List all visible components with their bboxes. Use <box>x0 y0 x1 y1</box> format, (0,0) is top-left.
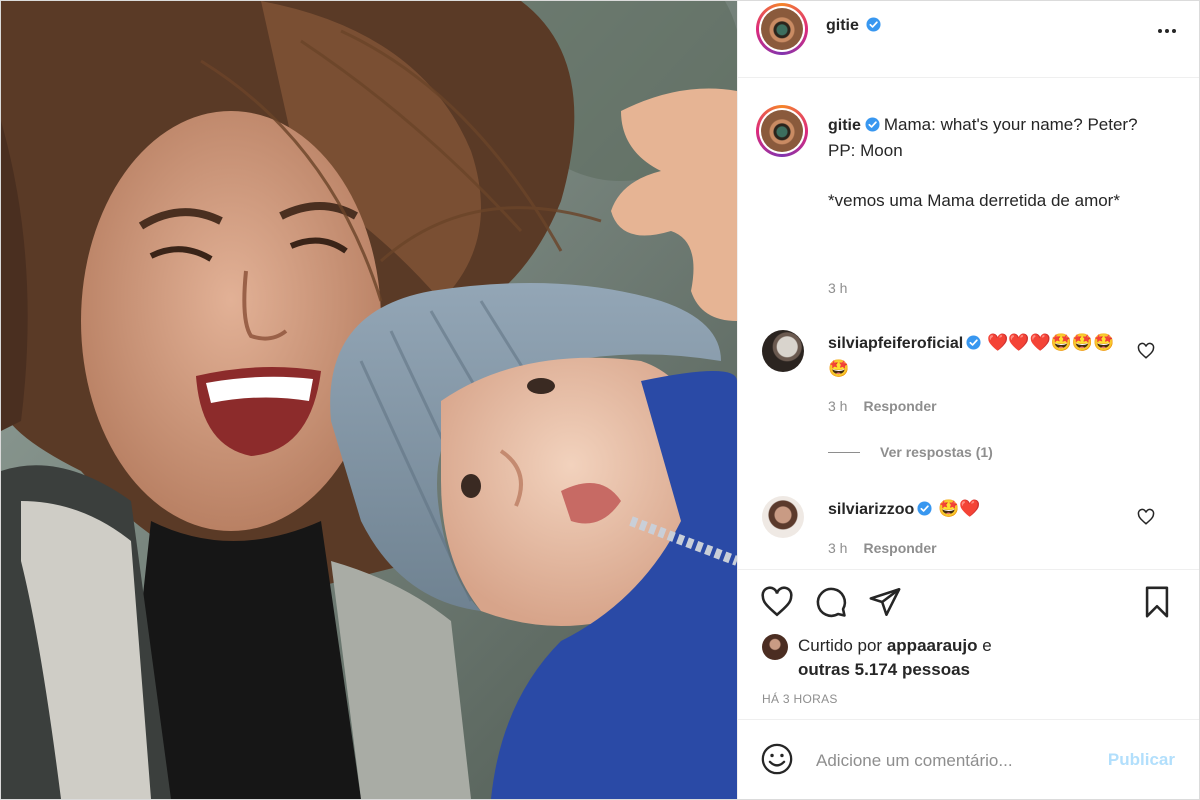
comment-username[interactable]: silviapfeiferoficial <box>828 335 963 352</box>
publish-button[interactable]: Publicar <box>1108 750 1175 770</box>
comments-list[interactable]: gitie Mama: what's your name? Peter? PP: … <box>738 78 1199 568</box>
more-options-icon[interactable] <box>1153 21 1181 41</box>
liked-by: Curtido por appaaraujo e outras 5.174 pe… <box>762 634 992 682</box>
post-timestamp[interactable]: HÁ 3 HORAS <box>762 692 838 706</box>
caption-username[interactable]: gitie <box>828 117 861 134</box>
liked-by-text: Curtido por appaaraujo e outras 5.174 pe… <box>798 634 992 682</box>
author-username[interactable]: gitie <box>826 17 859 34</box>
comment-time[interactable]: 3 h <box>828 540 847 556</box>
verified-badge-icon <box>866 17 881 32</box>
post-header: gitie <box>738 1 1199 78</box>
caption-time[interactable]: 3 h <box>828 280 847 296</box>
emoji-smile-icon[interactable] <box>760 742 794 776</box>
post-actions: Curtido por appaaraujo e outras 5.174 pe… <box>738 569 1199 720</box>
caption-avatar-image <box>761 110 803 152</box>
caption-body: gitie Mama: what's your name? Peter? PP: … <box>828 112 1168 213</box>
view-replies-label: Ver respostas (1) <box>880 444 993 460</box>
reply-button[interactable]: Responder <box>863 540 936 556</box>
share-direct-icon[interactable] <box>868 585 902 619</box>
comment-username[interactable]: silviarizzoo <box>828 501 914 518</box>
selfie-illustration <box>1 1 737 799</box>
verified-badge-icon <box>865 117 880 132</box>
author-avatar[interactable] <box>756 3 808 55</box>
save-bookmark-icon[interactable] <box>1140 585 1174 619</box>
comment-text: 🤩❤️ <box>938 499 981 519</box>
instagram-post: gitie gitie Mama: what's your name? Peter… <box>0 0 1200 800</box>
comment-body: silviapfeiferoficial ❤️❤️❤️🤩🤩🤩🤩 <box>828 330 1128 382</box>
liked-by-avatar[interactable] <box>762 634 788 660</box>
comment-bubble-icon[interactable] <box>814 585 848 619</box>
caption-avatar[interactable] <box>756 105 808 157</box>
view-replies-line <box>828 451 860 453</box>
comment-like-heart-icon[interactable] <box>1137 508 1155 526</box>
verified-badge-icon <box>917 501 932 516</box>
comment-like-heart-icon[interactable] <box>1137 342 1155 360</box>
post-photo[interactable] <box>1 1 737 799</box>
verified-badge-icon <box>966 335 981 350</box>
comment-meta: 3 h Responder <box>828 540 937 556</box>
post-side-panel: gitie gitie Mama: what's your name? Peter… <box>737 1 1199 799</box>
add-comment-bar: Publicar <box>738 719 1199 800</box>
view-replies-button[interactable]: Ver respostas (1) <box>828 444 993 460</box>
liked-by-connector: e <box>982 636 992 655</box>
author-avatar-image <box>761 8 803 50</box>
like-heart-icon[interactable] <box>760 585 794 619</box>
liked-by-prefix: Curtido por <box>798 636 883 655</box>
comment-avatar[interactable] <box>762 330 804 372</box>
comment-meta: 3 h Responder <box>828 398 937 414</box>
comment-avatar[interactable] <box>762 496 804 538</box>
liked-by-others[interactable]: outras 5.174 pessoas <box>798 660 970 679</box>
author-name-wrap: gitie <box>826 17 881 35</box>
reply-button[interactable]: Responder <box>863 398 936 414</box>
comment-body: silviarizzoo 🤩❤️ <box>828 496 1128 522</box>
comment-input[interactable] <box>814 746 1088 776</box>
liked-by-user[interactable]: appaaraujo <box>887 636 978 655</box>
comment-time[interactable]: 3 h <box>828 398 847 414</box>
